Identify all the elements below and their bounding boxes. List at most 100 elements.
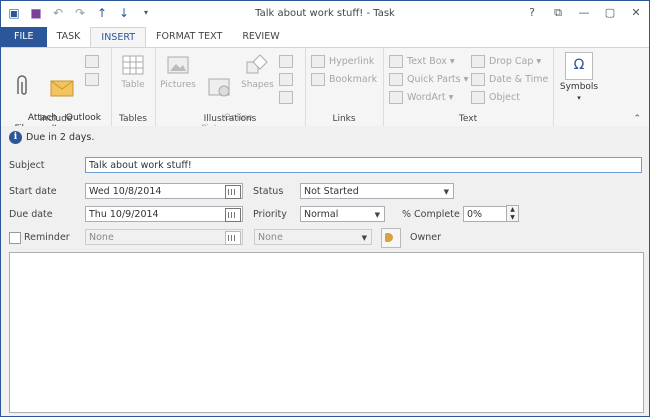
table-label: Table (121, 80, 145, 90)
tab-review[interactable]: REVIEW (232, 27, 289, 47)
collapse-ribbon-icon[interactable]: ⌃ (633, 114, 641, 124)
window-buttons: ? ⧉ — ▢ ✕ (519, 4, 649, 22)
chevron-down-icon: ▼ (361, 234, 367, 242)
task-window: ▣ ■ ↶ ↷ ↑ ↓ ▾ Talk about work stuff! - T… (0, 0, 650, 417)
wordart-icon (389, 91, 403, 104)
object-button[interactable]: Object (471, 90, 520, 106)
tab-format-text[interactable]: FORMAT TEXT (146, 27, 232, 47)
shapes-label: Shapes (241, 80, 274, 90)
owner-label: Owner (410, 232, 442, 243)
close-icon[interactable]: ✕ (623, 4, 649, 22)
date-time-icon (471, 73, 485, 86)
status-label: Status (253, 186, 284, 197)
tab-task[interactable]: TASK (47, 27, 91, 47)
bookmark-icon (311, 73, 325, 86)
hyperlink-button[interactable]: Hyperlink (311, 54, 374, 70)
task-body-editor[interactable] (9, 252, 644, 413)
wordart-label: WordArt (407, 92, 446, 103)
group-tables-label: Tables (119, 114, 147, 124)
status-select[interactable]: Not Started ▼ (300, 183, 454, 199)
text-box-button[interactable]: Text Box ▾ (389, 54, 455, 70)
group-links: Hyperlink Bookmark Links (305, 48, 384, 126)
signature-icon (85, 73, 99, 86)
info-text: Due in 2 days. (26, 132, 95, 143)
drop-cap-icon (471, 55, 485, 68)
drop-cap-button[interactable]: Drop Cap ▾ (471, 54, 541, 70)
calendar-icon[interactable] (225, 185, 241, 199)
smartart-button[interactable] (279, 54, 297, 70)
priority-select[interactable]: Normal ▼ (300, 206, 385, 222)
shapes-button[interactable]: Shapes (241, 52, 274, 91)
online-picture-icon (208, 78, 230, 97)
info-icon: i (9, 131, 22, 144)
start-date-value: Wed 10/8/2014 (89, 186, 162, 197)
drop-cap-label: Drop Cap (489, 56, 534, 67)
shapes-icon (246, 54, 268, 74)
screenshot-icon (279, 91, 293, 104)
group-include-label: Include (39, 114, 73, 124)
start-date-field[interactable]: Wed 10/8/2014 (85, 183, 243, 199)
help-icon[interactable]: ? (519, 4, 545, 22)
business-card-icon (85, 55, 99, 68)
reminder-date-field[interactable]: None (85, 229, 243, 245)
screenshot-button[interactable] (279, 90, 297, 106)
group-symbols: Ω Symbols ▾ (553, 48, 603, 126)
text-box-label: Text Box (407, 56, 447, 67)
tab-insert[interactable]: INSERT (90, 27, 147, 48)
omega-icon: Ω (565, 52, 593, 80)
envelope-icon (50, 80, 74, 97)
reminder-date-value: None (89, 232, 114, 243)
calendar-icon[interactable] (225, 208, 241, 222)
text-box-icon (389, 55, 403, 68)
quick-parts-label: Quick Parts (407, 74, 461, 85)
quick-parts-icon (389, 73, 403, 86)
subject-input[interactable]: Talk about work stuff! (85, 157, 642, 173)
percent-complete-input[interactable]: 0% (463, 206, 507, 222)
wordart-button[interactable]: WordArt ▾ (389, 90, 453, 106)
chart-button[interactable] (279, 72, 297, 88)
maximize-icon[interactable]: ▢ (597, 4, 623, 22)
percent-spinner[interactable]: ▲ ▼ (506, 205, 519, 222)
object-label: Object (489, 92, 520, 103)
spin-down-icon[interactable]: ▼ (507, 214, 518, 222)
reminder-checkbox[interactable] (9, 232, 21, 244)
minimize-icon[interactable]: — (571, 4, 597, 22)
symbols-button[interactable]: Ω Symbols ▾ (557, 52, 601, 104)
due-date-value: Thu 10/9/2014 (89, 209, 159, 220)
due-date-label: Due date (9, 209, 53, 220)
ribbon-display-icon[interactable]: ⧉ (545, 4, 571, 22)
spin-up-icon[interactable]: ▲ (507, 206, 518, 214)
priority-label: Priority (253, 209, 287, 220)
date-time-label: Date & Time (489, 74, 549, 85)
title-bar: ▣ ■ ↶ ↷ ↑ ↓ ▾ Talk about work stuff! - T… (1, 1, 649, 27)
due-date-field[interactable]: Thu 10/9/2014 (85, 206, 243, 222)
group-text: Text Box ▾ Quick Parts ▾ WordArt ▾ Drop … (383, 48, 554, 126)
start-date-label: Start date (9, 186, 57, 197)
group-illustrations-label: Illustrations (203, 114, 257, 124)
reminder-time-value: None (258, 232, 283, 243)
smartart-icon (279, 55, 293, 68)
priority-value: Normal (304, 209, 339, 220)
reminder-sound-icon[interactable] (381, 228, 401, 248)
quick-parts-button[interactable]: Quick Parts ▾ (389, 72, 468, 88)
business-card-button[interactable] (85, 54, 103, 70)
group-include: Attach File Outlook Item Include (1, 48, 112, 134)
percent-complete-label: % Complete (402, 209, 460, 220)
reminder-time-select[interactable]: None ▼ (254, 229, 372, 245)
ribbon-tabs: FILE TASK INSERT FORMAT TEXT REVIEW (1, 27, 649, 48)
object-icon (471, 91, 485, 104)
paperclip-icon (17, 75, 27, 95)
chevron-down-icon: ▼ (443, 188, 449, 196)
tab-file[interactable]: FILE (1, 27, 47, 47)
signature-button[interactable] (85, 72, 103, 88)
bookmark-label: Bookmark (329, 74, 378, 85)
group-illustrations: Pictures Online Pictures Shapes Illustra… (155, 48, 306, 134)
group-text-label: Text (458, 114, 478, 124)
bookmark-button[interactable]: Bookmark (311, 72, 377, 88)
table-button[interactable]: Table (117, 52, 149, 91)
calendar-icon[interactable] (225, 231, 241, 245)
pictures-button[interactable]: Pictures (159, 52, 197, 91)
task-form: Subject Talk about work stuff! Start dat… (1, 150, 649, 416)
date-time-button[interactable]: Date & Time (471, 72, 548, 88)
chevron-down-icon: ▼ (374, 211, 380, 219)
